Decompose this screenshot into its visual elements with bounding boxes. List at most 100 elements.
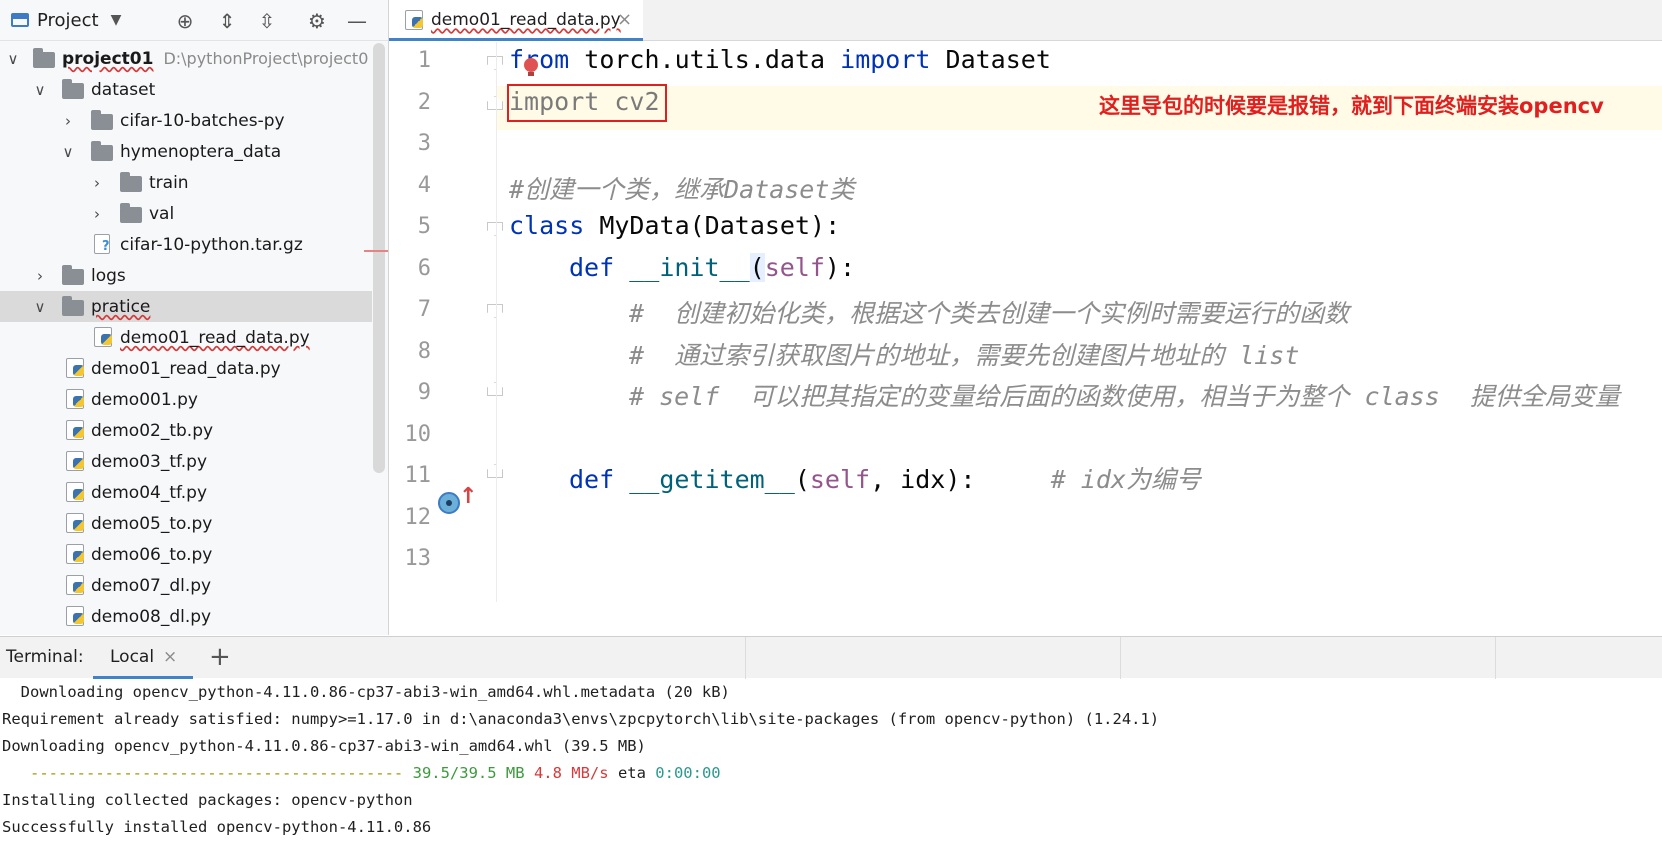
chevron-right-icon[interactable]: › bbox=[90, 174, 104, 192]
divider bbox=[745, 637, 746, 679]
code-line-8: # 通过索引获取图片的地址，需要先创建图片地址的 list bbox=[629, 336, 1299, 372]
python-file-icon bbox=[66, 606, 84, 626]
collapse-all-icon[interactable]: ⇳ bbox=[254, 8, 280, 34]
close-icon[interactable]: × bbox=[163, 647, 177, 667]
annotation-note: 这里导包的时候要是报错，就到下面终端安装opencv bbox=[1099, 94, 1604, 118]
tree-item-demo08-dl[interactable]: demo08_dl.py bbox=[0, 601, 372, 632]
chevron-right-icon[interactable]: › bbox=[90, 205, 104, 223]
python-file-icon bbox=[66, 575, 84, 595]
tree-item-demo03-tf[interactable]: demo03_tf.py bbox=[0, 446, 372, 477]
chevron-down-icon[interactable]: ▼ bbox=[111, 12, 122, 28]
tree-item-demo01-read-data-nested[interactable]: demo01_read_data.py bbox=[0, 322, 372, 353]
terminal-output[interactable]: Downloading opencv_python-4.11.0.86-cp37… bbox=[0, 679, 1662, 848]
tree-item-demo06-to[interactable]: demo06_to.py bbox=[0, 539, 372, 570]
tree-item-label: dataset bbox=[91, 79, 156, 100]
chevron-down-icon[interactable]: ∨ bbox=[33, 81, 47, 99]
divider bbox=[1120, 637, 1121, 679]
python-file-icon bbox=[66, 482, 84, 502]
expand-all-icon[interactable]: ⇕ bbox=[214, 8, 240, 34]
gear-icon[interactable]: ⚙ bbox=[304, 8, 330, 34]
chevron-down-icon[interactable]: ∨ bbox=[61, 143, 75, 161]
code-line-4: #创建一个类，继承Dataset类 bbox=[509, 170, 854, 206]
tree-item-logs[interactable]: › logs bbox=[0, 260, 372, 291]
line-number: 6 bbox=[417, 256, 431, 281]
folder-icon bbox=[62, 296, 84, 316]
divider bbox=[1495, 637, 1496, 679]
tree-item-cifar-10-python-tar-gz[interactable]: ? cifar-10-python.tar.gz bbox=[0, 229, 372, 260]
minimize-icon[interactable]: — bbox=[344, 8, 370, 34]
tree-item-val[interactable]: › val bbox=[0, 198, 372, 229]
chevron-right-icon[interactable]: › bbox=[61, 112, 75, 130]
comment: #创建一个类，继承Dataset类 bbox=[509, 175, 855, 204]
project-panel-title[interactable]: Project bbox=[37, 10, 99, 31]
chevron-down-icon[interactable]: ∨ bbox=[6, 50, 20, 68]
line-number: 2 bbox=[417, 90, 431, 115]
terminal-header: Terminal: Local × + bbox=[0, 636, 1662, 679]
tree-item-label: demo06_to.py bbox=[91, 544, 213, 565]
tree-item-demo04-tf[interactable]: demo04_tf.py bbox=[0, 477, 372, 508]
override-method-icon[interactable] bbox=[438, 492, 460, 514]
tree-item-label: logs bbox=[91, 265, 126, 286]
tree-item-project01[interactable]: ∨ project01 D:\pythonProject\project0 bbox=[0, 43, 372, 74]
project-scrollbar[interactable] bbox=[373, 43, 385, 473]
tree-item-demo05-to[interactable]: demo05_to.py bbox=[0, 508, 372, 539]
tree-item-demo01-read-data[interactable]: demo01_read_data.py bbox=[0, 353, 372, 384]
code-editor[interactable]: 1 2 3 4 5 6 7 8 9 10 11 12 13 from torch… bbox=[389, 42, 1662, 602]
tree-item-cifar-10-batches-py[interactable]: › cifar-10-batches-py bbox=[0, 105, 372, 136]
error-stripe-mark[interactable] bbox=[364, 250, 388, 252]
terminal-line: Downloading opencv_python-4.11.0.86-cp37… bbox=[2, 683, 730, 701]
tree-item-pratice[interactable]: ∨ pratice bbox=[0, 291, 372, 322]
terminal-line: Requirement already satisfied: numpy>=1.… bbox=[2, 710, 1160, 728]
line-number: 1 bbox=[417, 48, 431, 73]
self-param: self bbox=[809, 465, 871, 494]
terminal-tab-local[interactable]: Local × bbox=[93, 637, 193, 679]
folder-icon bbox=[91, 141, 113, 161]
terminal-title: Terminal: bbox=[6, 647, 84, 667]
self-param: self bbox=[764, 253, 825, 282]
fold-marker-icon[interactable] bbox=[487, 304, 503, 318]
gutter-separator bbox=[496, 42, 497, 602]
tree-item-train[interactable]: › train bbox=[0, 167, 372, 198]
chevron-down-icon[interactable]: ∨ bbox=[33, 298, 47, 316]
error-highlight-box bbox=[507, 84, 667, 122]
editor-gutter: 1 2 3 4 5 6 7 8 9 10 11 12 13 bbox=[389, 42, 503, 602]
editor-tab-label: demo01_read_data.py bbox=[431, 10, 621, 30]
tree-item-label: pratice bbox=[91, 296, 151, 317]
terminal-progress-line: ----------------------------------------… bbox=[2, 764, 721, 782]
fold-marker-icon[interactable] bbox=[487, 382, 503, 396]
line-number: 3 bbox=[417, 131, 431, 156]
comment: # 通过索引获取图片的地址，需要先创建图片地址的 list bbox=[629, 341, 1300, 370]
line-number: 5 bbox=[417, 214, 431, 239]
keyword: def bbox=[569, 253, 615, 282]
python-file-icon bbox=[66, 420, 84, 440]
python-file-icon bbox=[66, 513, 84, 533]
add-terminal-icon[interactable]: + bbox=[209, 642, 231, 672]
arrow-up-icon[interactable]: ↑ bbox=[459, 484, 477, 509]
tree-item-label: demo001.py bbox=[91, 389, 198, 410]
fold-marker-icon[interactable] bbox=[487, 56, 503, 70]
tree-item-dataset[interactable]: ∨ dataset bbox=[0, 74, 372, 105]
code-line-7: # 创建初始化类，根据这个类去创建一个实例时需要运行的函数 bbox=[629, 294, 1349, 330]
keyword: import bbox=[840, 45, 931, 74]
editor-tab-demo01-read-data[interactable]: demo01_read_data.py × bbox=[389, 0, 643, 41]
tree-item-demo001[interactable]: demo001.py bbox=[0, 384, 372, 415]
keyword: class bbox=[509, 211, 585, 240]
comment: # self 可以把其指定的变量给后面的函数使用，相当于为整个 class 提供… bbox=[629, 382, 1620, 411]
locate-icon[interactable]: ⊕ bbox=[172, 8, 198, 34]
warning-bulb-icon[interactable] bbox=[524, 58, 538, 76]
chevron-right-icon[interactable]: › bbox=[33, 267, 47, 285]
tree-item-demo07-dl[interactable]: demo07_dl.py bbox=[0, 570, 372, 601]
tree-item-label: hymenoptera_data bbox=[120, 141, 282, 162]
folder-icon bbox=[120, 172, 142, 192]
tree-item-label: demo02_tb.py bbox=[91, 420, 214, 441]
python-file-icon bbox=[66, 544, 84, 564]
tree-item-demo02-tb[interactable]: demo02_tb.py bbox=[0, 415, 372, 446]
line-number: 7 bbox=[417, 297, 431, 322]
progress-speed: 4.8 MB/s bbox=[533, 764, 609, 782]
tree-item-hymenoptera-data[interactable]: ∨ hymenoptera_data bbox=[0, 136, 372, 167]
close-icon[interactable]: × bbox=[617, 9, 632, 30]
fold-marker-icon[interactable] bbox=[487, 222, 503, 236]
eta-value: 0:00:00 bbox=[655, 764, 721, 782]
module-path: torch.utils.data bbox=[569, 45, 841, 74]
fold-marker-icon[interactable] bbox=[487, 464, 503, 478]
